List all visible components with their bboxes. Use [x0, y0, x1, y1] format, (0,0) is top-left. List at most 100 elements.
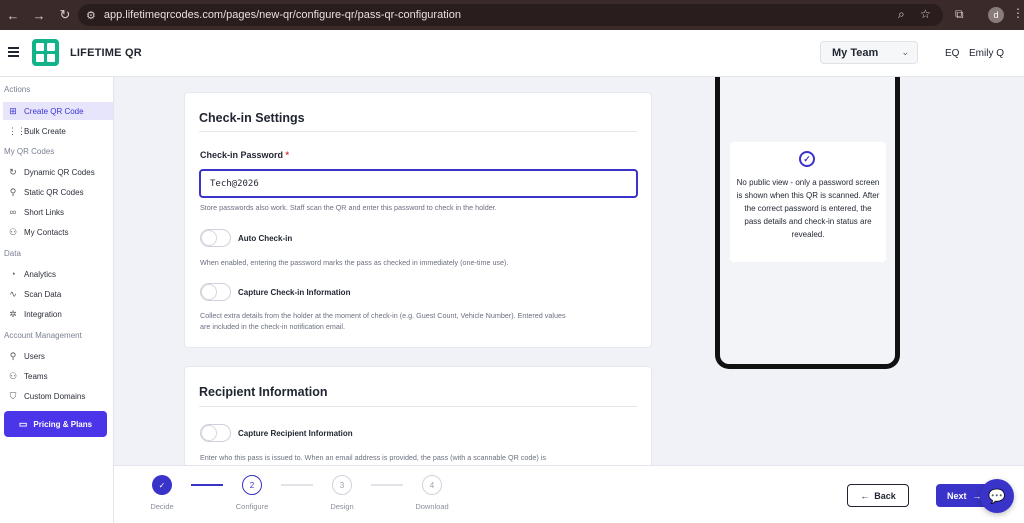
sidebar-item-label: Static QR Codes — [24, 187, 84, 197]
users-icon: ⚇ — [8, 370, 18, 381]
extensions-icon[interactable]: ⧉ — [955, 7, 964, 22]
auto-checkin-help: When enabled, entering the password mark… — [200, 258, 509, 267]
sidebar-item-integration[interactable]: ✲ Integration — [3, 305, 113, 323]
section-account-management: Account Management — [4, 331, 82, 340]
checkin-password-input[interactable]: Tech@2026 — [199, 169, 638, 198]
sidebar-item-scan-data[interactable]: ∿ Scan Data — [3, 285, 113, 303]
wizard-footer: ✓ Decide 2 Configure 3 Design 4 Download… — [114, 465, 1024, 523]
sidebar-item-users[interactable]: ⚲ Users — [3, 347, 113, 365]
sidebar-item-short-links[interactable]: ∞ Short Links — [3, 203, 113, 221]
sidebar-item-label: My Contacts — [24, 227, 69, 237]
sidebar-item-label: Teams — [24, 371, 48, 381]
bookmark-star-icon[interactable]: ☆ — [920, 7, 931, 21]
sidebar-item-bulk-create[interactable]: ⋮⋮ Bulk Create — [3, 122, 113, 140]
sidebar-item-label: Analytics — [24, 269, 57, 279]
grid-icon: ⋮⋮ — [8, 125, 26, 136]
step-design-circle[interactable]: 3 — [332, 475, 352, 495]
preview-card: ✓ No public view - only a password scree… — [730, 142, 886, 262]
sidebar-item-label: Create QR Code — [24, 106, 84, 116]
user-initials[interactable]: EQ — [945, 48, 959, 59]
step-connector — [281, 484, 313, 486]
sidebar-item-label: Users — [24, 351, 45, 361]
checkin-settings-title: Check-in Settings — [199, 111, 305, 125]
sidebar-item-teams[interactable]: ⚇ Teams — [3, 367, 113, 385]
step-download-circle[interactable]: 4 — [422, 475, 442, 495]
section-my-qr-codes: My QR Codes — [4, 147, 55, 156]
sidebar-item-label: Custom Domains — [24, 391, 86, 401]
step-download-label: Download — [415, 502, 449, 511]
step-2-number: 2 — [249, 480, 255, 490]
auto-checkin-toggle[interactable] — [200, 229, 231, 247]
capture-checkin-help-line-1: Collect extra details from the holder at… — [200, 311, 566, 320]
browser-toolbar: ← → ↻ ⚙ app.lifetimeqrcodes.com/pages/ne… — [0, 0, 1024, 30]
team-select[interactable]: My Team ⌄ — [820, 41, 918, 64]
chevron-down-icon: ⌄ — [901, 47, 909, 57]
sidebar-item-static-qr-codes[interactable]: ⚲ Static QR Codes — [3, 183, 113, 201]
sidebar-item-create-qr-code[interactable]: ⊞ Create QR Code — [3, 102, 113, 120]
plus-square-icon: ⊞ — [9, 105, 17, 116]
url-text: app.lifetimeqrcodes.com/pages/new-qr/con… — [103, 9, 461, 21]
activity-icon: ∿ — [9, 288, 17, 299]
recipient-info-card: Recipient Information Capture Recipient … — [184, 366, 652, 476]
capture-recipient-label: Capture Recipient Information — [238, 429, 353, 438]
step-decide-label: Decide — [150, 502, 174, 511]
sidebar-item-my-contacts[interactable]: ⚇ My Contacts — [3, 223, 113, 241]
divider — [199, 406, 637, 407]
sidebar-item-label: Bulk Create — [24, 126, 66, 136]
pin-icon: ⚲ — [9, 186, 17, 197]
back-button[interactable]: ← Back — [847, 484, 909, 507]
required-asterisk: * — [285, 150, 290, 160]
step-configure-circle[interactable]: 2 — [242, 475, 262, 495]
pie-chart-icon: ◔ — [10, 269, 16, 279]
step-4-number: 4 — [429, 480, 435, 490]
capture-checkin-label: Capture Check-in Information — [238, 288, 351, 297]
sidebar-item-analytics[interactable]: ◔ Analytics — [3, 265, 113, 283]
sidebar-item-label: Scan Data — [24, 289, 62, 299]
sidebar-item-label: Integration — [24, 309, 62, 319]
divider — [199, 131, 637, 132]
user-name[interactable]: Emily Q — [969, 48, 1004, 59]
step-1-number: ✓ — [158, 480, 166, 490]
section-data: Data — [4, 249, 21, 258]
back-button-label: Back — [874, 490, 896, 501]
address-bar[interactable]: ⚙ app.lifetimeqrcodes.com/pages/new-qr/c… — [78, 4, 943, 26]
zoom-icon[interactable]: ⌕ — [898, 7, 905, 22]
link-icon: ∞ — [9, 207, 17, 217]
plug-icon: ✲ — [9, 308, 17, 319]
step-design-label: Design — [330, 502, 354, 511]
site-settings-icon[interactable]: ⚙ — [86, 9, 96, 22]
toggle-knob — [202, 231, 216, 245]
credit-card-icon: ▭ — [18, 418, 28, 429]
step-decide-circle[interactable]: ✓ — [152, 475, 172, 495]
chat-bubble-icon[interactable]: 💬 — [980, 479, 1014, 513]
arrow-left-icon: ← — [860, 490, 870, 501]
app-header: LIFETIME QR My Team ⌄ EQ Emily Q — [0, 30, 1024, 77]
pricing-plans-button[interactable]: ▭ Pricing & Plans — [4, 411, 107, 437]
sidebar-item-custom-domains[interactable]: ⛉ Custom Domains — [3, 387, 113, 405]
forward-arrow-icon[interactable]: → — [26, 8, 52, 23]
checkin-settings-card: Check-in Settings Check-in Password * Te… — [184, 92, 652, 348]
sidebar-item-dynamic-qr-codes[interactable]: ↻ Dynamic QR Codes — [3, 163, 113, 181]
section-actions: Actions — [4, 85, 31, 94]
browser-profile-avatar[interactable]: d — [988, 7, 1004, 23]
checkin-password-label-text: Check-in Password — [200, 150, 284, 160]
shield-icon: ⛉ — [9, 390, 17, 401]
refresh-icon: ↻ — [9, 166, 17, 177]
sidebar-item-label: Dynamic QR Codes — [24, 167, 95, 177]
toggle-knob — [202, 285, 216, 299]
recipient-help-text: Enter who this pass is issued to. When a… — [200, 453, 546, 462]
preview-message: No public view - only a password screen … — [736, 178, 880, 239]
step-3-number: 3 — [339, 480, 345, 490]
capture-checkin-toggle[interactable] — [200, 283, 231, 301]
browser-menu-icon[interactable]: ⋮ — [1012, 6, 1024, 20]
checkin-password-label: Check-in Password * — [200, 150, 289, 160]
step-connector — [191, 484, 223, 486]
reload-icon[interactable]: ↻ — [52, 7, 78, 23]
hamburger-menu-icon[interactable] — [8, 47, 19, 57]
lifetime-qr-logo-icon[interactable] — [32, 39, 59, 66]
sidebar-item-label: Short Links — [24, 207, 65, 217]
user-plus-icon: ⚲ — [9, 350, 17, 361]
sidebar: Actions ⊞ Create QR Code ⋮⋮ Bulk Create … — [0, 77, 114, 523]
back-arrow-icon[interactable]: ← — [0, 8, 26, 23]
capture-recipient-toggle[interactable] — [200, 424, 231, 442]
